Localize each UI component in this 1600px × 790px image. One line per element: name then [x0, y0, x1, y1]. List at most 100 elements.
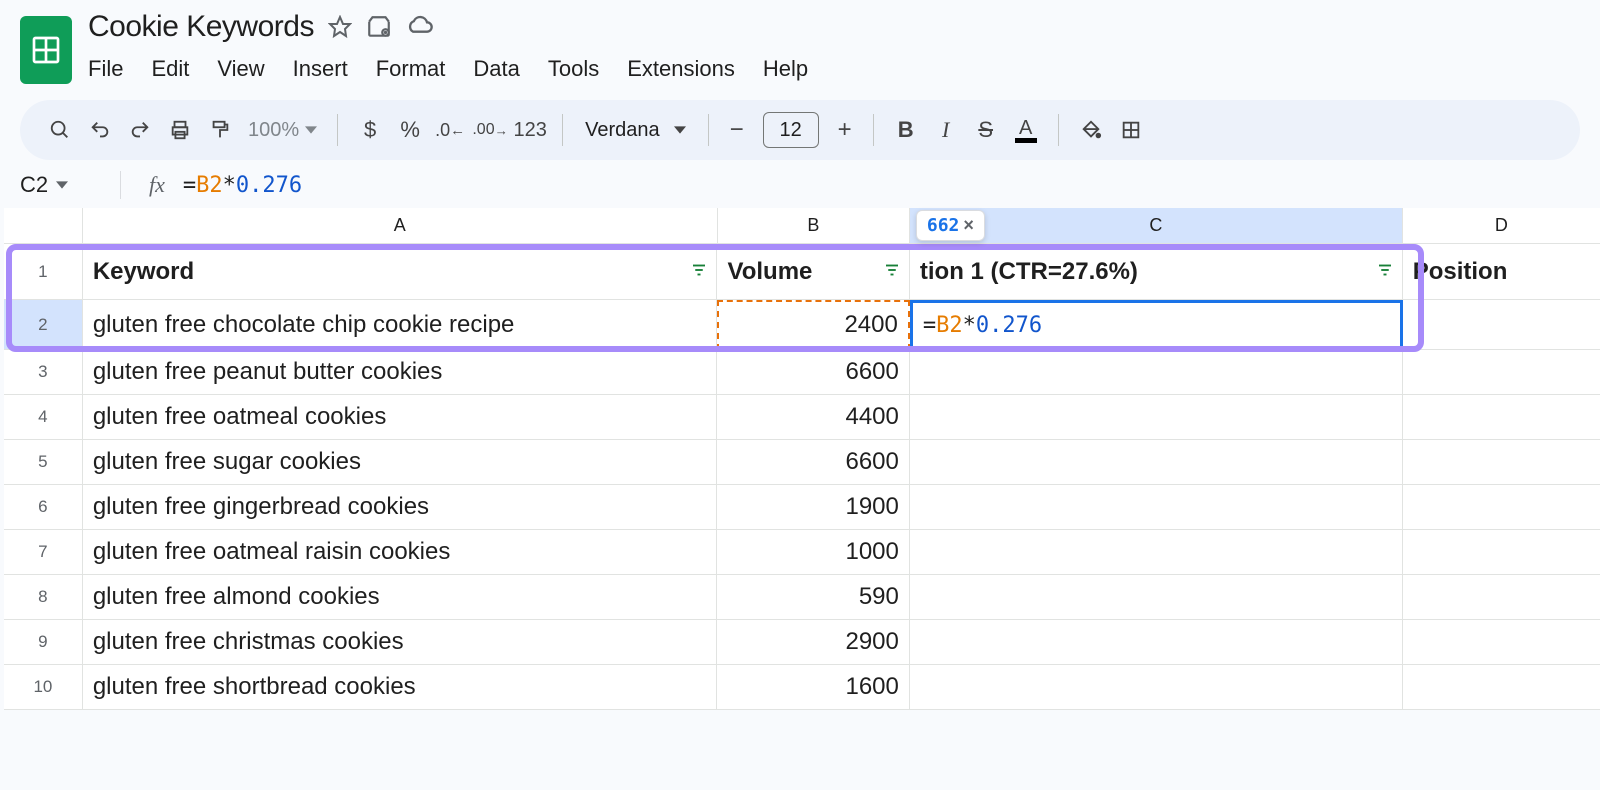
cloud-status-icon[interactable]: [406, 13, 434, 41]
cell-c6[interactable]: [910, 485, 1403, 530]
cell-b4[interactable]: 4400: [717, 395, 909, 440]
increase-font-size[interactable]: +: [831, 116, 859, 144]
cell-d3[interactable]: [1403, 350, 1600, 395]
zoom-dropdown[interactable]: 100%: [242, 119, 323, 142]
cell-b9[interactable]: 2900: [717, 620, 909, 665]
fx-icon: fx: [121, 172, 183, 198]
cell-a3[interactable]: gluten free peanut butter cookies: [83, 350, 718, 395]
cell-d6[interactable]: [1403, 485, 1600, 530]
menu-edit[interactable]: Edit: [151, 52, 189, 86]
print-icon[interactable]: [162, 112, 198, 148]
cell-b3[interactable]: 6600: [717, 350, 909, 395]
decrease-font-size[interactable]: −: [723, 116, 751, 144]
cell-c2-editing[interactable]: =B2*0.276: [910, 300, 1403, 350]
row-header-4[interactable]: 4: [4, 395, 83, 440]
menu-bar: File Edit View Insert Format Data Tools …: [88, 52, 1580, 86]
column-header-a[interactable]: A: [83, 208, 718, 244]
cell-c10[interactable]: [910, 665, 1403, 710]
app-header: Cookie Keywords File Edit View Insert Fo…: [0, 0, 1600, 86]
cell-c4[interactable]: [910, 395, 1403, 440]
menu-format[interactable]: Format: [376, 52, 446, 86]
row-header-6[interactable]: 6: [4, 485, 83, 530]
filter-icon[interactable]: [883, 258, 901, 286]
spreadsheet-grid[interactable]: A B C D 1 Keyword Volume 662× tion 1 (CT…: [4, 208, 1600, 710]
filter-icon[interactable]: [690, 258, 708, 286]
cell-c9[interactable]: [910, 620, 1403, 665]
row-header-10[interactable]: 10: [4, 665, 83, 710]
cell-c1[interactable]: 662× tion 1 (CTR=27.6%): [910, 244, 1403, 300]
strikethrough-icon[interactable]: S: [968, 112, 1004, 148]
cell-b6[interactable]: 1900: [717, 485, 909, 530]
row-header-8[interactable]: 8: [4, 575, 83, 620]
bold-icon[interactable]: B: [888, 112, 924, 148]
font-size-input[interactable]: 12: [763, 112, 819, 148]
cell-a10[interactable]: gluten free shortbread cookies: [83, 665, 718, 710]
cell-a8[interactable]: gluten free almond cookies: [83, 575, 718, 620]
cell-d8[interactable]: [1403, 575, 1600, 620]
menu-tools[interactable]: Tools: [548, 52, 599, 86]
fill-color-icon[interactable]: [1073, 112, 1109, 148]
menu-insert[interactable]: Insert: [293, 52, 348, 86]
cell-a6[interactable]: gluten free gingerbread cookies: [83, 485, 718, 530]
cell-d7[interactable]: [1403, 530, 1600, 575]
formula-bar: C2 fx =B2*0.276: [0, 160, 1600, 208]
menu-help[interactable]: Help: [763, 52, 808, 86]
cell-d5[interactable]: [1403, 440, 1600, 485]
cell-a5[interactable]: gluten free sugar cookies: [83, 440, 718, 485]
row-header-2[interactable]: 2: [4, 300, 83, 350]
cell-b10[interactable]: 1600: [717, 665, 909, 710]
toolbar: 100% $ % .0← .00→ 123 Verdana − 12 + B I…: [20, 100, 1580, 160]
cell-d10[interactable]: [1403, 665, 1600, 710]
undo-icon[interactable]: [82, 112, 118, 148]
filter-icon[interactable]: [1376, 258, 1394, 286]
increase-decimal-icon[interactable]: .00→: [472, 112, 508, 148]
cell-a4[interactable]: gluten free oatmeal cookies: [83, 395, 718, 440]
cell-b2[interactable]: 2400: [717, 300, 909, 350]
row-header-9[interactable]: 9: [4, 620, 83, 665]
menu-extensions[interactable]: Extensions: [627, 52, 735, 86]
cell-a2[interactable]: gluten free chocolate chip cookie recipe: [83, 300, 718, 350]
paint-format-icon[interactable]: [202, 112, 238, 148]
cell-b7[interactable]: 1000: [717, 530, 909, 575]
search-icon[interactable]: [42, 112, 78, 148]
cell-d1[interactable]: Position: [1403, 244, 1600, 300]
cell-c5[interactable]: [910, 440, 1403, 485]
row-header-5[interactable]: 5: [4, 440, 83, 485]
cell-b5[interactable]: 6600: [717, 440, 909, 485]
row-header-3[interactable]: 3: [4, 350, 83, 395]
font-family-dropdown[interactable]: Verdana: [577, 119, 694, 142]
percent-icon[interactable]: %: [392, 112, 428, 148]
column-header-d[interactable]: D: [1403, 208, 1600, 244]
document-title[interactable]: Cookie Keywords: [88, 10, 314, 44]
sheets-logo[interactable]: [20, 16, 72, 84]
currency-icon[interactable]: $: [352, 112, 388, 148]
column-header-b[interactable]: B: [718, 208, 910, 244]
cell-b8[interactable]: 590: [717, 575, 909, 620]
star-icon[interactable]: [328, 15, 352, 39]
cell-c8[interactable]: [910, 575, 1403, 620]
formula-input[interactable]: =B2*0.276: [183, 173, 302, 198]
menu-file[interactable]: File: [88, 52, 123, 86]
italic-icon[interactable]: I: [928, 112, 964, 148]
cell-c7[interactable]: [910, 530, 1403, 575]
cell-a7[interactable]: gluten free oatmeal raisin cookies: [83, 530, 718, 575]
select-all-corner[interactable]: [4, 208, 83, 244]
redo-icon[interactable]: [122, 112, 158, 148]
decrease-decimal-icon[interactable]: .0←: [432, 112, 468, 148]
move-icon[interactable]: [366, 14, 392, 40]
more-formats-icon[interactable]: 123: [512, 112, 548, 148]
cell-a9[interactable]: gluten free christmas cookies: [83, 620, 718, 665]
borders-icon[interactable]: [1113, 112, 1149, 148]
menu-data[interactable]: Data: [473, 52, 519, 86]
cell-c3[interactable]: [910, 350, 1403, 395]
cell-d2[interactable]: [1403, 300, 1600, 350]
row-header-1[interactable]: 1: [4, 244, 83, 300]
menu-view[interactable]: View: [217, 52, 264, 86]
cell-d9[interactable]: [1403, 620, 1600, 665]
cell-d4[interactable]: [1403, 395, 1600, 440]
cell-b1[interactable]: Volume: [717, 244, 909, 300]
row-header-7[interactable]: 7: [4, 530, 83, 575]
name-box[interactable]: C2: [20, 172, 120, 198]
text-color-icon[interactable]: A: [1008, 112, 1044, 148]
cell-a1[interactable]: Keyword: [83, 244, 718, 300]
